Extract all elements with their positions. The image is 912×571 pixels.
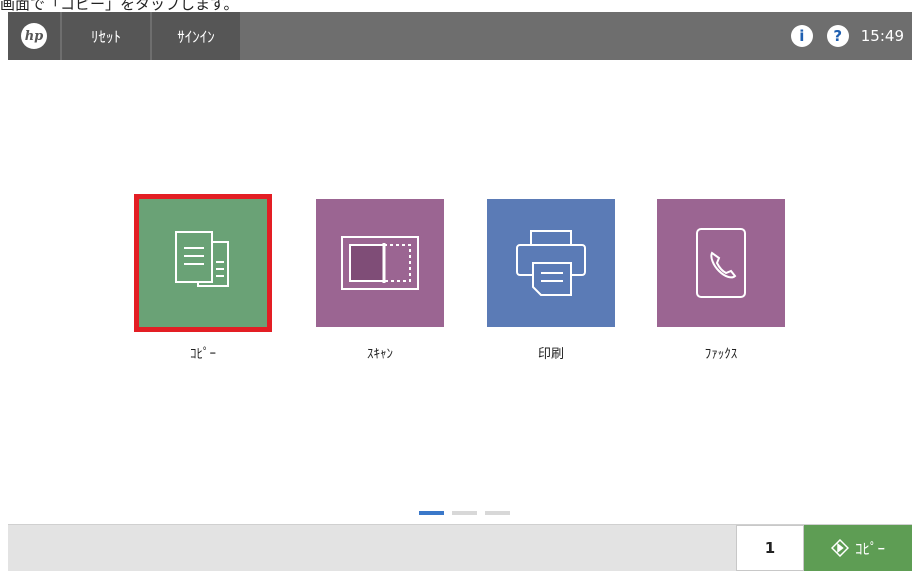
hp-logo-icon: hp	[21, 23, 47, 49]
sign-in-button[interactable]: ｻｲﾝｲﾝ	[152, 12, 240, 60]
top-bar-spacer	[240, 12, 791, 60]
reset-button[interactable]: ﾘｾｯﾄ	[62, 12, 150, 60]
copy-icon	[175, 231, 229, 287]
start-copy-button[interactable]: ｺﾋﾟｰ	[804, 525, 912, 571]
app-copy[interactable]: ｺﾋﾟｰ	[134, 194, 272, 362]
info-icon[interactable]: i	[790, 25, 813, 47]
app-scan[interactable]: ｽｷｬﾝ	[316, 199, 444, 362]
instruction-caption: 画面で「コピー」をタップします。	[0, 0, 239, 12]
home-button[interactable]: hp	[8, 12, 60, 60]
page-dot-1[interactable]	[419, 511, 444, 515]
copy-tile[interactable]	[134, 194, 272, 332]
app-print[interactable]: 印刷	[487, 199, 615, 362]
app-fax[interactable]: ﾌｧｯｸｽ	[657, 199, 785, 362]
clock: 15:49	[860, 27, 904, 45]
app-fax-label: ﾌｧｯｸｽ	[704, 347, 738, 362]
scan-tile[interactable]	[316, 199, 444, 327]
print-icon	[516, 230, 586, 296]
app-copy-label: ｺﾋﾟｰ	[190, 347, 216, 362]
app-scan-label: ｽｷｬﾝ	[367, 347, 393, 362]
app-print-label: 印刷	[537, 347, 564, 362]
fax-icon	[696, 228, 746, 298]
copies-count-field[interactable]: 1	[736, 525, 804, 571]
page-indicator	[419, 511, 510, 515]
scan-icon	[341, 236, 419, 290]
page-dot-3[interactable]	[485, 511, 510, 515]
fax-tile[interactable]	[657, 199, 785, 327]
help-icon[interactable]: ?	[826, 25, 849, 47]
start-copy-label: ｺﾋﾟｰ	[854, 539, 885, 558]
print-tile[interactable]	[487, 199, 615, 327]
bottom-bar: 1 ｺﾋﾟｰ	[8, 524, 912, 571]
page-dot-2[interactable]	[452, 511, 477, 515]
top-bar: hp ﾘｾｯﾄ ｻｲﾝｲﾝ i ? 15:49	[8, 12, 912, 60]
start-diamond-icon	[830, 539, 849, 557]
